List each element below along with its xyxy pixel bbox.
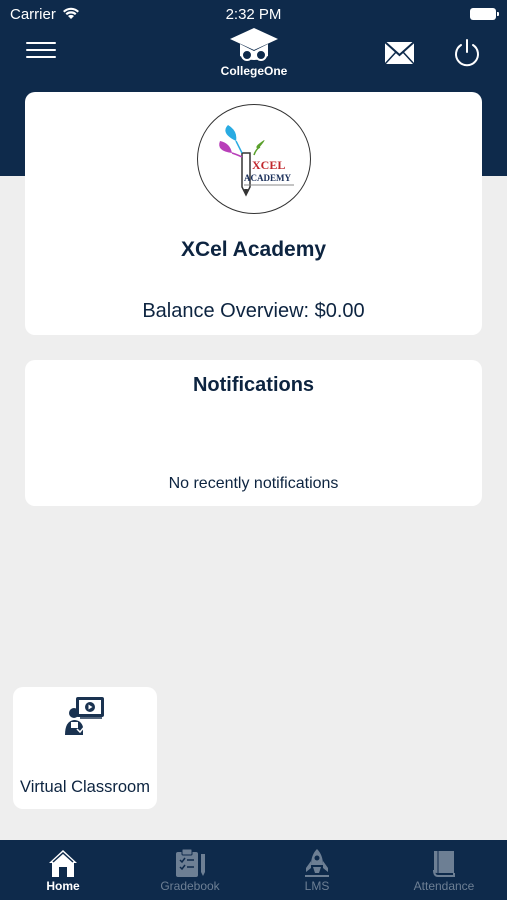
- school-logo: XCEL ACADEMY: [197, 104, 311, 214]
- school-logo-graphic: XCEL ACADEMY: [219, 125, 294, 197]
- hamburger-icon-line: [26, 42, 56, 44]
- school-logo-text-line1: XCEL: [252, 158, 285, 172]
- virtual-classroom-label: Virtual Classroom: [20, 778, 150, 796]
- school-name: XCel Academy: [180, 238, 327, 261]
- notifications-empty-message: No recently notifications: [168, 475, 339, 492]
- tab-attendance-label: Attendance: [413, 879, 475, 893]
- menu-button[interactable]: [26, 42, 56, 64]
- mail-icon[interactable]: [384, 40, 415, 66]
- virtual-classroom-icon: [65, 697, 104, 735]
- status-bar: Carrier 2:32 PM: [0, 0, 507, 28]
- tab-gradebook-label: Gradebook: [160, 879, 220, 893]
- notifications-title: Notifications: [192, 374, 315, 396]
- tab-home-label: Home: [46, 879, 80, 893]
- battery-icon: [470, 8, 499, 20]
- school-card: XCEL ACADEMY XCel Academy Balance Overvi…: [25, 92, 482, 335]
- virtual-classroom-tile[interactable]: Virtual Classroom: [13, 687, 157, 809]
- tab-attendance[interactable]: Attendance: [381, 840, 507, 900]
- hamburger-icon-line: [26, 56, 56, 58]
- tab-lms-label: LMS: [304, 879, 330, 893]
- power-icon[interactable]: [452, 38, 482, 68]
- clipboard-icon: [176, 848, 205, 877]
- graduation-cap-icon: [230, 28, 278, 61]
- balance-overview: Balance Overview: $0.00: [142, 300, 365, 322]
- app-name: CollegeOne: [220, 64, 288, 78]
- tab-lms[interactable]: LMS: [254, 840, 380, 900]
- tab-home[interactable]: Home: [0, 840, 126, 900]
- home-icon: [49, 850, 77, 877]
- book-icon: [433, 851, 455, 877]
- hamburger-icon-line: [26, 49, 56, 51]
- school-logo-text-line2: ACADEMY: [244, 173, 291, 183]
- status-time: 2:32 PM: [225, 6, 282, 23]
- tab-bar: Home Gradebook LMS Attendance: [0, 840, 507, 900]
- notifications-card: Notifications No recently notifications: [25, 360, 482, 506]
- app-logo: CollegeOne: [203, 26, 305, 82]
- rocket-icon: [305, 849, 329, 877]
- tab-gradebook[interactable]: Gradebook: [127, 840, 253, 900]
